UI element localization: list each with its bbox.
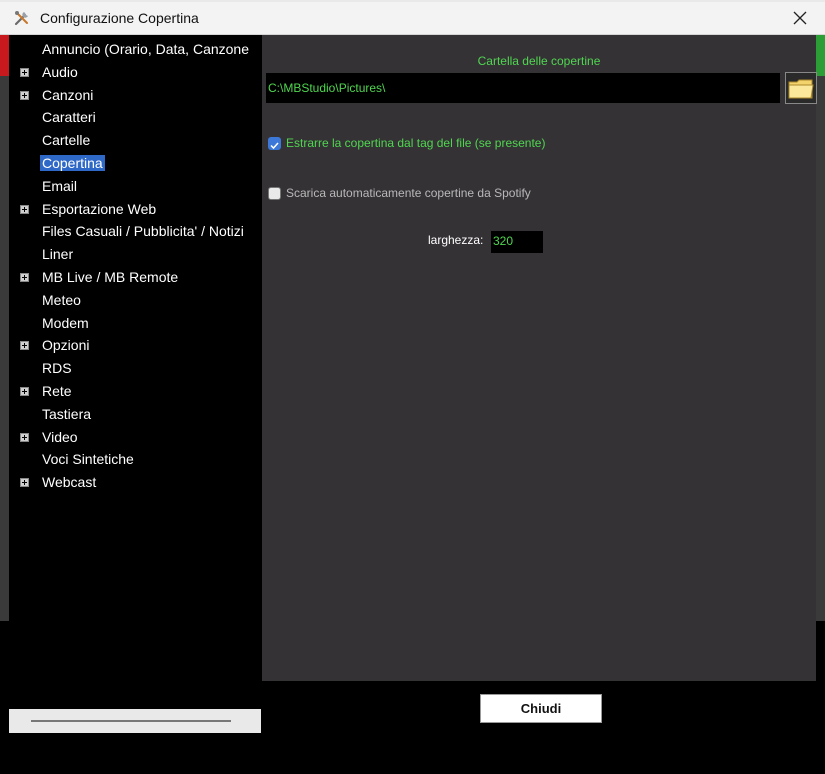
tree-item-label: Annuncio (Orario, Data, Canzone: [42, 41, 249, 57]
width-label: larghezza:: [428, 233, 484, 247]
title-bar: Configurazione Copertina: [0, 2, 825, 35]
expand-plus-icon[interactable]: [20, 432, 29, 442]
tree-item-label: RDS: [42, 360, 72, 377]
extract-tag-checkbox[interactable]: [268, 136, 281, 150]
tree-item-label: Email: [42, 177, 78, 194]
expand-plus-icon[interactable]: [20, 273, 29, 282]
width-input[interactable]: 320: [491, 231, 543, 253]
expand-plus-icon[interactable]: [20, 67, 29, 77]
spotify-option[interactable]: Scarica automaticamente copertine da Spo…: [268, 184, 531, 202]
tree-item[interactable]: Opzioni: [9, 335, 261, 357]
scrollbar-thumb[interactable]: [31, 720, 231, 722]
close-icon: [793, 11, 807, 25]
tree-item-label: Modem: [42, 314, 89, 331]
tree-item-label: Caratteri: [42, 109, 96, 126]
tree-item-label: Opzioni: [42, 337, 90, 354]
cover-settings-panel: Cartella delle copertine C:\MBStudio\Pic…: [262, 35, 817, 681]
tree-item[interactable]: Voci Sintetiche: [9, 449, 261, 471]
tree-item-label: Liner: [42, 246, 74, 263]
expand-plus-icon[interactable]: [20, 90, 29, 100]
tree-item[interactable]: MB Live / MB Remote: [9, 267, 261, 289]
expand-plus-icon[interactable]: [20, 341, 29, 351]
tree-item-label: Webcast: [42, 474, 97, 491]
tree-item[interactable]: Video: [9, 427, 261, 449]
window-close-button[interactable]: [780, 3, 820, 33]
tree-item-label: Audio: [42, 63, 78, 80]
tree-item[interactable]: Esportazione Web: [9, 199, 261, 221]
expand-plus-icon[interactable]: [20, 387, 29, 396]
tree-item[interactable]: Liner: [9, 244, 261, 266]
settings-tree[interactable]: Webcast Voci Sintetiche Video Tastiera Rete R…: [9, 35, 261, 733]
spotify-label: Scarica automaticamente copertine da Spo…: [286, 186, 531, 200]
tree-item-label: Copertina: [40, 155, 105, 171]
tree-item[interactable]: Email: [9, 176, 261, 198]
tree-item[interactable]: Annuncio (Orario, Data, Canzone: [9, 39, 261, 61]
tree-item[interactable]: Audio: [9, 62, 261, 84]
tools-icon: [14, 11, 28, 26]
window-title: Configurazione Copertina: [40, 10, 199, 26]
tree-item-label: Files Casuali / Pubblicita' / Notizi: [42, 223, 244, 240]
close-dialog-button[interactable]: Chiudi: [480, 694, 602, 723]
tree-item[interactable]: RDS: [9, 358, 261, 380]
expand-plus-icon[interactable]: [20, 204, 29, 214]
tree-item[interactable]: Webcast: [9, 472, 261, 494]
expand-plus-icon[interactable]: [20, 478, 29, 488]
config-dialog: Configurazione Copertina Webcast Voci Sin…: [0, 2, 825, 739]
tree-item-label: Voci Sintetiche: [42, 451, 134, 468]
tree-item[interactable]: Tastiera: [9, 404, 261, 426]
extract-tag-label: Estrarre la copertina dal tag del file (…: [286, 136, 546, 150]
browse-folder-button[interactable]: [785, 72, 817, 104]
tree-item-label: Cartelle: [42, 132, 91, 149]
spotify-checkbox[interactable]: [268, 186, 281, 200]
tree-item[interactable]: Files Casuali / Pubblicita' / Notizi: [9, 221, 261, 243]
tree-item-label: Video: [42, 428, 78, 445]
tree-item-label: Tastiera: [42, 405, 92, 422]
tree-item-label: Meteo: [42, 291, 81, 308]
tree-item[interactable]: Rete: [9, 381, 261, 403]
folder-icon: [788, 79, 814, 99]
tree-item[interactable]: Meteo: [9, 290, 261, 312]
cover-folder-path-field[interactable]: C:\MBStudio\Pictures\: [266, 73, 780, 103]
tree-item[interactable]: Copertina: [9, 153, 261, 175]
tree-item-label: MB Live / MB Remote: [42, 269, 179, 285]
tree-item[interactable]: Cartelle: [9, 130, 261, 152]
tree-horizontal-scrollbar[interactable]: [9, 709, 261, 733]
tree-item-label: Canzoni: [42, 86, 94, 103]
tree-item[interactable]: Canzoni: [9, 85, 261, 107]
tree-item-label: Rete: [42, 383, 72, 399]
tree-item[interactable]: Modem: [9, 313, 261, 335]
extract-tag-option[interactable]: Estrarre la copertina dal tag del file (…: [268, 134, 545, 152]
dialog-footer: Chiudi: [262, 681, 816, 733]
tree-item-label: Esportazione Web: [42, 200, 157, 217]
cover-folder-heading: Cartella delle copertine: [477, 54, 601, 68]
tree-item[interactable]: Caratteri: [9, 107, 261, 129]
checkmark-icon: [270, 141, 279, 149]
